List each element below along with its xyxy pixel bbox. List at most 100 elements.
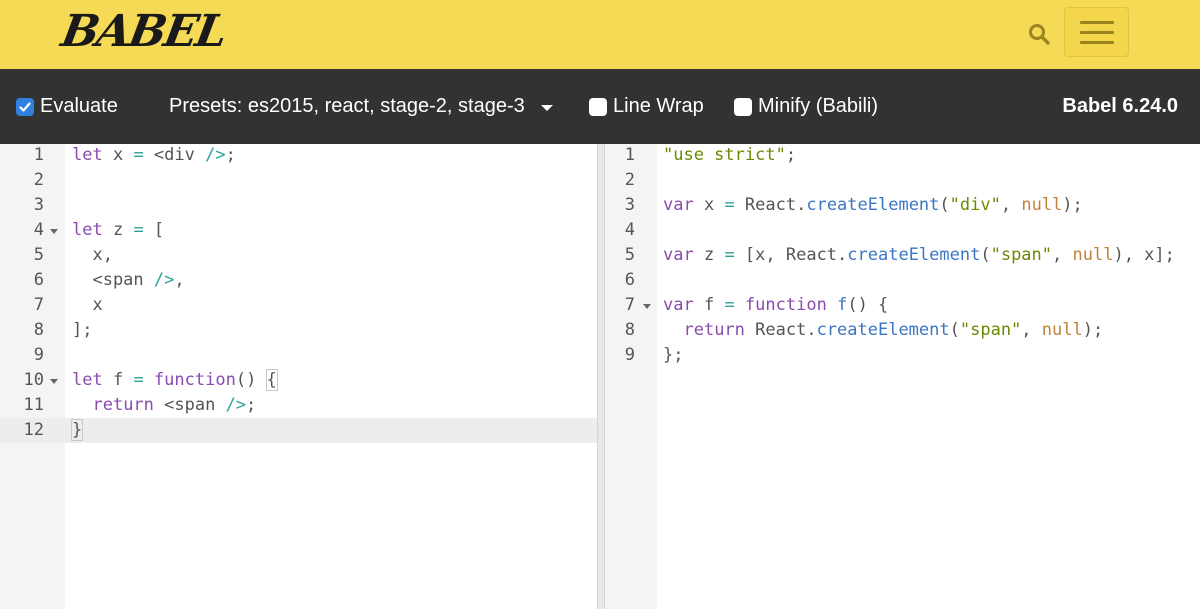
fold-arrow-icon[interactable] — [643, 304, 651, 309]
code-token: ), x]; — [1113, 245, 1175, 265]
fold-arrow-icon[interactable] — [50, 229, 58, 234]
code-line[interactable]: 5 x, — [0, 243, 597, 268]
minify-checkbox[interactable] — [734, 97, 752, 116]
code-line[interactable]: 3 — [0, 193, 597, 218]
checkmark-icon — [19, 101, 31, 112]
code-text: }; — [663, 343, 683, 368]
code-token: , — [1052, 245, 1073, 265]
line-number: 11 — [23, 395, 44, 415]
code-token: , — [174, 270, 185, 290]
code-token: ; — [225, 145, 236, 165]
text-cursor — [82, 420, 84, 440]
evaluate-label: Evaluate — [40, 95, 118, 117]
code-token: var — [663, 295, 694, 315]
line-number: 9 — [33, 345, 44, 365]
code-line[interactable]: 7 x — [0, 293, 597, 318]
code-token: React. — [744, 320, 817, 340]
minify-option[interactable]: Minify (Babili) — [734, 69, 878, 144]
evaluate-option[interactable]: Evaluate — [16, 69, 118, 144]
search-button[interactable] — [1022, 17, 1056, 51]
code-line[interactable]: 9 — [0, 343, 597, 368]
line-wrap-option[interactable]: Line Wrap — [589, 69, 704, 144]
code-line[interactable]: 9}; — [605, 343, 1200, 368]
pane-divider[interactable] — [597, 144, 605, 609]
code-token: <span — [153, 395, 226, 415]
line-wrap-checkbox[interactable] — [589, 97, 607, 116]
code-text: let f = function() { — [72, 368, 278, 393]
line-number: 2 — [33, 170, 44, 190]
code-line[interactable]: 4 — [605, 218, 1200, 243]
code-text: var z = [x, React.createElement("span", … — [663, 243, 1175, 268]
code-line[interactable]: 7 var f = function f() { — [605, 293, 1200, 318]
code-token: = — [133, 145, 144, 165]
presets-dropdown[interactable]: Presets: es2015, react, stage-2, stage-3 — [169, 69, 553, 144]
code-token: ( — [980, 245, 991, 265]
line-number: 6 — [624, 270, 635, 290]
babel-logo[interactable]: BABEL — [58, 6, 230, 57]
code-line[interactable]: 8 return React.createElement("span", nul… — [605, 318, 1200, 343]
line-number: 1 — [624, 145, 635, 165]
line-number: 4 — [624, 220, 635, 240]
code-token: React. — [734, 195, 807, 215]
fold-arrow-icon[interactable] — [50, 379, 58, 384]
code-line[interactable]: 5 var z = [x, React.createElement("span",… — [605, 243, 1200, 268]
code-token: "use strict" — [663, 145, 786, 165]
code-token: x, — [72, 245, 113, 265]
code-text: let x = <div />; — [72, 143, 236, 168]
code-token: <div — [143, 145, 206, 165]
code-line[interactable]: 2 — [605, 168, 1200, 193]
code-line[interactable]: 11 return <span />; — [0, 393, 597, 418]
code-line[interactable]: 6 <span />, — [0, 268, 597, 293]
evaluate-checkbox[interactable] — [16, 97, 34, 116]
menu-button[interactable] — [1064, 7, 1129, 57]
line-number: 3 — [624, 195, 635, 215]
code-token: let — [72, 145, 103, 165]
code-line[interactable]: 8]; — [0, 318, 597, 343]
code-token: }; — [663, 345, 684, 365]
code-token: x — [693, 195, 725, 215]
babel-version: Babel 6.24.0 — [1062, 95, 1178, 117]
code-token: var — [663, 245, 694, 265]
code-line[interactable]: 12} — [0, 418, 597, 443]
code-token: <span — [72, 270, 154, 290]
code-token: createElement — [847, 245, 981, 265]
code-token: ( — [939, 195, 950, 215]
code-line[interactable]: 3 var x = React.createElement("div", null… — [605, 193, 1200, 218]
code-token: return — [92, 395, 154, 415]
code-token: () — [235, 370, 267, 390]
code-line[interactable]: 6 — [605, 268, 1200, 293]
line-number: 6 — [33, 270, 44, 290]
site-header: BABEL — [0, 0, 1200, 69]
line-number: 12 — [23, 420, 44, 440]
presets-label: Presets: es2015, react, stage-2, stage-3 — [169, 95, 525, 117]
code-line[interactable]: 1 "use strict"; — [605, 143, 1200, 168]
hamburger-icon-bar — [1079, 30, 1114, 34]
code-token: ]; — [72, 320, 93, 340]
code-token: = — [133, 370, 144, 390]
code-token: x — [102, 145, 134, 165]
code-line[interactable]: 4 let z = [ — [0, 218, 597, 243]
code-token: , — [1000, 195, 1022, 215]
input-code-editor[interactable]: 1 let x = <div />; 2 3 4 let z = [5 x, 6 <span… — [0, 144, 597, 609]
code-line[interactable]: 1 let x = <div />; — [0, 143, 597, 168]
code-line[interactable]: 2 — [0, 168, 597, 193]
line-number: 5 — [33, 245, 44, 265]
line-number: 3 — [33, 195, 44, 215]
code-token: function — [744, 295, 827, 315]
line-number: 7 — [624, 295, 635, 315]
code-token: /> — [153, 270, 175, 290]
code-token: ; — [246, 395, 257, 415]
code-token: { — [265, 369, 278, 391]
line-number: 8 — [33, 320, 44, 340]
code-token: var — [663, 195, 694, 215]
line-number: 9 — [624, 345, 635, 365]
code-text: x, — [72, 243, 113, 268]
code-text: var f = function f() { — [663, 293, 888, 318]
code-token: = — [724, 245, 735, 265]
code-text: return <span />; — [72, 393, 256, 418]
code-token: z — [693, 245, 725, 265]
code-line[interactable]: 10 let f = function() { — [0, 368, 597, 393]
